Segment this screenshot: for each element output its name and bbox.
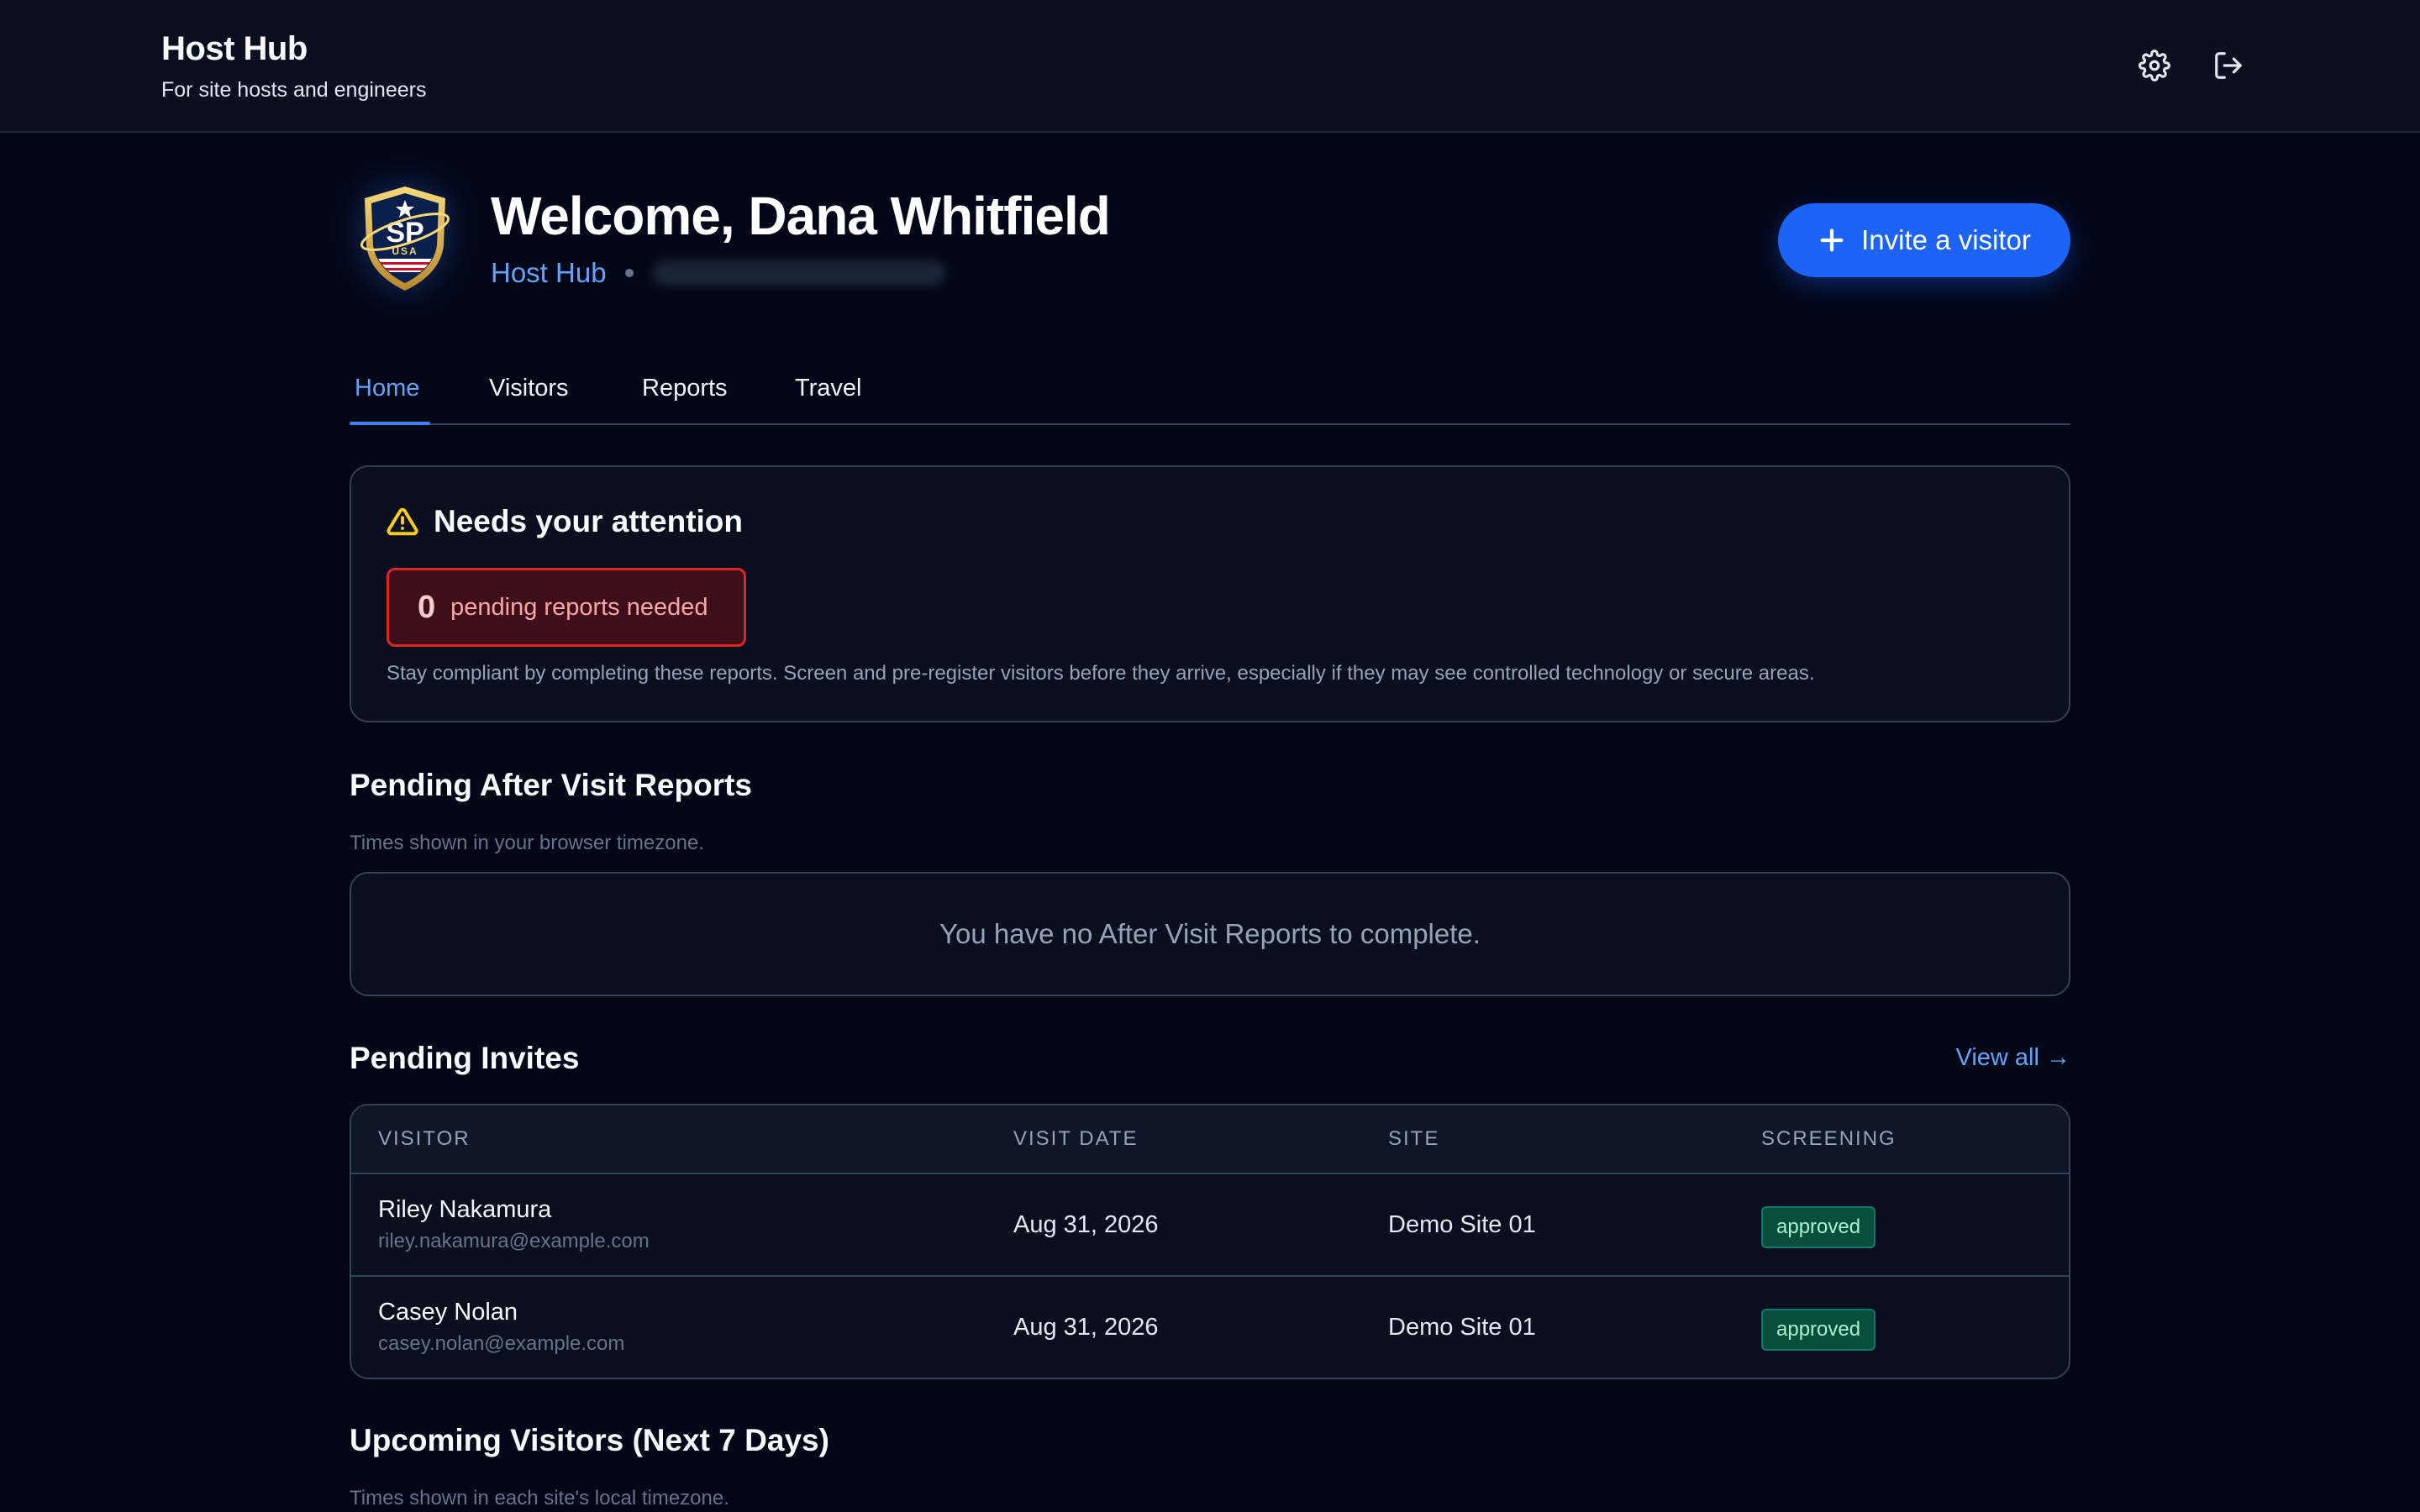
visitor-email: casey.nolan@example.com [378,1332,625,1355]
after-visit-empty-message: You have no After Visit Reports to compl… [939,918,1481,949]
visit-date: Aug 31, 2026 [1013,1211,1159,1238]
after-visit-timezone-note: Times shown in your browser timezone. [350,832,704,854]
invite-visitor-label: Invite a visitor [1861,224,2031,255]
tab-travel[interactable]: Travel [790,375,867,402]
plus-icon [1820,228,1844,252]
tab-visitors[interactable]: Visitors [484,375,574,402]
hub-label: Host Hub [491,257,607,288]
column-header-site[interactable]: SITE [1388,1127,1439,1151]
pending-reports-badge[interactable]: 0 pending reports needed [387,568,746,647]
welcome-hero: SP USA Welcome, Dana Whitfield Host Hub … [350,180,2070,306]
attention-panel: Needs your attention 0 pending reports n… [350,465,2070,722]
column-header-visitor[interactable]: VISITOR [378,1127,471,1151]
tab-reports[interactable]: Reports [637,375,733,402]
visitor-name: Riley Nakamura [378,1196,552,1223]
upcoming-timezone-note: Times shown in each site's local timezon… [350,1487,729,1509]
table-header: VISITOR VISIT DATE SITE SCREENING [351,1105,2069,1174]
table-row[interactable]: Riley Nakamura riley.nakamura@example.co… [351,1174,2069,1277]
column-header-screening[interactable]: SCREENING [1761,1127,1897,1151]
pending-reports-label: pending reports needed [450,593,708,621]
visit-site: Demo Site 01 [1388,1211,1536,1238]
app-title: Host Hub [161,30,308,67]
upcoming-visitors-title: Upcoming Visitors (Next 7 Days) [350,1423,829,1457]
screening-status-badge: approved [1761,1206,1876,1248]
welcome-heading: Welcome, Dana Whitfield [491,186,1111,246]
logout-icon [2215,52,2242,79]
view-all-link[interactable]: View all → [1956,1044,2070,1072]
hub-subline: Host Hub [491,257,946,289]
visit-site: Demo Site 01 [1388,1314,1536,1341]
invite-visitor-button[interactable]: Invite a visitor [1778,203,2070,277]
organization-logo: SP USA [360,186,450,291]
after-visit-empty-card: You have no After Visit Reports to compl… [350,872,2070,996]
tab-home[interactable]: Home [350,375,424,402]
gear-icon [2139,50,2170,81]
tab-bar: Home Visitors Reports Travel [350,358,2070,425]
warning-icon [387,507,418,536]
screening-status-badge: approved [1761,1309,1876,1351]
attention-title: Needs your attention [434,504,743,538]
pending-invites-title: Pending Invites [350,1041,580,1075]
pending-reports-count: 0 [418,589,436,625]
attention-note: Stay compliant by completing these repor… [387,662,1815,685]
brand: Host Hub For site hosts and engineers [161,30,426,102]
table-row[interactable]: Casey Nolan casey.nolan@example.com Aug … [351,1277,2069,1378]
top-bar: Host Hub For site hosts and engineers [0,0,2420,133]
app-subtitle: For site hosts and engineers [161,78,427,102]
column-header-visit-date[interactable]: VISIT DATE [1013,1127,1138,1151]
visitor-email: riley.nakamura@example.com [378,1230,650,1252]
visitor-name: Casey Nolan [378,1299,518,1326]
separator-dot [624,269,634,277]
redacted-text [651,260,946,286]
pending-invites-table: VISITOR VISIT DATE SITE SCREENING Riley … [350,1104,2070,1379]
settings-button[interactable] [2134,45,2175,86]
active-tab-indicator [350,422,430,425]
after-visit-title: Pending After Visit Reports [350,768,753,802]
attention-header: Needs your attention [387,504,743,539]
visit-date: Aug 31, 2026 [1013,1314,1159,1341]
logout-button[interactable] [2208,45,2249,86]
